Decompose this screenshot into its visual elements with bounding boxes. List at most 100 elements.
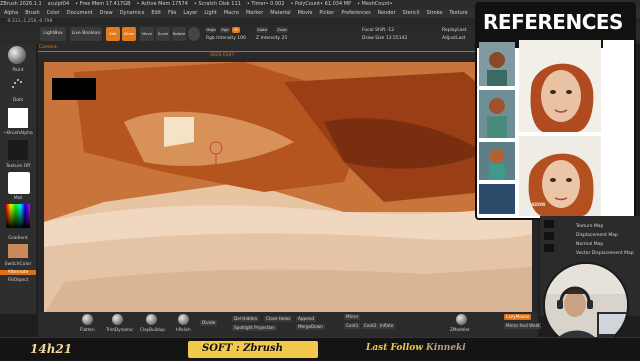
scale-button[interactable]: Scale bbox=[156, 27, 170, 41]
menu-item-stencil[interactable]: Stencil bbox=[403, 10, 420, 16]
menu-item-draw[interactable]: Draw bbox=[100, 10, 113, 16]
texture-swatch[interactable] bbox=[8, 140, 28, 160]
menu-item-document[interactable]: Document bbox=[67, 10, 93, 16]
append-button[interactable]: Append bbox=[296, 316, 317, 322]
menu-item-material[interactable]: Material bbox=[270, 10, 290, 16]
trimdynamic-brush-icon[interactable] bbox=[112, 314, 123, 325]
stream-clock: 14h21 bbox=[30, 342, 73, 356]
sculpt-canvas[interactable] bbox=[44, 62, 532, 314]
zmodeler-label: ZModeler bbox=[450, 327, 470, 332]
texture-map-item[interactable]: Texture Map bbox=[576, 224, 603, 229]
fill-object-button[interactable]: FillObject bbox=[0, 278, 36, 283]
main-color-swatch[interactable] bbox=[8, 244, 28, 258]
menu-item-render[interactable]: Render bbox=[378, 10, 396, 16]
sculpt-render bbox=[44, 62, 532, 314]
stroke-label: Dots bbox=[12, 98, 24, 103]
material-label: Mat bbox=[13, 196, 23, 201]
rgb-intensity-slider[interactable]: Rgb Intensity 100 bbox=[206, 36, 246, 41]
adjust-last-button[interactable]: AdjustLast bbox=[442, 36, 465, 41]
menu-item-stroke[interactable]: Stroke bbox=[426, 10, 442, 16]
webcam-overlay bbox=[543, 262, 629, 348]
texture-slot-1[interactable] bbox=[544, 220, 554, 228]
menu-item-dynamics[interactable]: Dynamics bbox=[120, 10, 145, 16]
cont2-button[interactable]: Cont2 bbox=[362, 323, 379, 329]
redacted-box bbox=[52, 78, 96, 100]
divide-button[interactable]: Divide bbox=[200, 320, 218, 326]
inflate-button[interactable]: Inflate bbox=[378, 323, 396, 329]
edit-button[interactable]: Edit bbox=[106, 27, 120, 41]
lightbox-button[interactable]: LightBox bbox=[40, 27, 66, 41]
paint-brush-icon[interactable] bbox=[8, 46, 26, 64]
move-button[interactable]: Move bbox=[140, 27, 154, 41]
last-follower-name: Kinneki bbox=[426, 343, 466, 353]
menu-item-macro[interactable]: Macro bbox=[224, 10, 239, 16]
spotlight-projection-button[interactable]: Spotlight Projection bbox=[232, 325, 277, 331]
zmodeler-brush-icon[interactable] bbox=[456, 314, 467, 325]
texture-slot-3[interactable] bbox=[544, 244, 554, 252]
titlebar-item: • Active Mem 17574 bbox=[136, 1, 188, 7]
software-badge: SOFT : Zbrush bbox=[188, 341, 318, 358]
menu-item-file[interactable]: File bbox=[168, 10, 176, 16]
menu-item-alpha[interactable]: Alpha bbox=[4, 10, 18, 16]
claybuildup-brush-icon[interactable] bbox=[146, 314, 157, 325]
draw-button[interactable]: Draw bbox=[122, 27, 136, 41]
vector-displacement-map-item[interactable]: Vector Displacement Map bbox=[576, 251, 634, 256]
menu-item-movie[interactable]: Movie bbox=[298, 10, 313, 16]
stream-overlay-bar: 14h21 SOFT : Zbrush Last Follow : Kinnek… bbox=[0, 337, 640, 361]
reference-badge: SHADOW bbox=[525, 202, 546, 207]
material-swatch[interactable] bbox=[8, 172, 30, 194]
canvas-ruler: Camera 0020.0347 bbox=[38, 44, 538, 58]
menu-item-color[interactable]: Color bbox=[47, 10, 60, 16]
camera-label[interactable]: Camera bbox=[39, 45, 57, 50]
titlebar-item: ZBrush 2026.1.1 bbox=[0, 1, 42, 7]
titlebar-item: • PolyCount• 61.034 MP bbox=[290, 1, 352, 7]
menu-item-preferences[interactable]: Preferences bbox=[341, 10, 370, 16]
m-button[interactable]: M bbox=[232, 27, 240, 33]
menu-item-edit[interactable]: Edit bbox=[151, 10, 161, 16]
texture-slot-2[interactable] bbox=[544, 232, 554, 240]
texture-label: Texture Off bbox=[5, 164, 31, 169]
mirror-and-weld-button[interactable]: Mirror And Weld bbox=[504, 323, 542, 329]
merge-down-button[interactable]: MergeDown bbox=[296, 324, 325, 330]
menu-item-brush[interactable]: Brush bbox=[25, 10, 39, 16]
draw-size-slider[interactable]: Draw Size 13.55142 bbox=[362, 36, 407, 41]
focal-shift-slider[interactable]: Focal Shift -12 bbox=[362, 28, 394, 33]
z-intensity-slider[interactable]: Z Intensity 25 bbox=[256, 36, 287, 41]
dots-stroke-icon[interactable] bbox=[10, 76, 24, 90]
brush-alpha-label: ~BrushAlpha bbox=[3, 131, 33, 136]
displacement-map-item[interactable]: Displacement Map bbox=[576, 233, 618, 238]
timeline-track[interactable] bbox=[38, 51, 538, 52]
material-sphere-icon[interactable] bbox=[188, 27, 200, 41]
zsub-button[interactable]: Zsub bbox=[276, 27, 288, 33]
titlebar-item: • MeshCount• bbox=[357, 1, 393, 7]
del-hidden-button[interactable]: Del Hidden bbox=[232, 316, 260, 322]
rgb-button[interactable]: Rgb bbox=[220, 27, 230, 33]
replay-last-button[interactable]: ReplayLast bbox=[442, 28, 467, 33]
switch-color-button[interactable]: SwitchColor bbox=[0, 262, 36, 267]
flatten-brush-icon[interactable] bbox=[82, 314, 93, 325]
flatten-label: Flatten bbox=[80, 327, 95, 332]
left-shelf: Paint Dots ~BrushAlpha Texture Off Mat G… bbox=[0, 44, 36, 314]
zadd-button[interactable]: Zadd bbox=[256, 27, 268, 33]
hpolish-brush-icon[interactable] bbox=[178, 314, 189, 325]
menu-item-marker[interactable]: Marker bbox=[246, 10, 263, 16]
normal-map-item[interactable]: Normal Map bbox=[576, 242, 603, 247]
claybuildup-label: ClayBuildup bbox=[140, 327, 165, 332]
menu-item-texture[interactable]: Texture bbox=[449, 10, 467, 16]
mirror-button[interactable]: Mirror bbox=[344, 314, 361, 320]
menu-item-light[interactable]: Light bbox=[204, 10, 216, 16]
menu-item-picker[interactable]: Picker bbox=[319, 10, 334, 16]
lazymouse-button[interactable]: LazyMouse bbox=[504, 314, 532, 320]
mrgb-button[interactable]: Mrgb bbox=[206, 27, 216, 33]
cont1-button[interactable]: Cont1 bbox=[344, 323, 361, 329]
live-boolean-button[interactable]: Live Boolean bbox=[70, 27, 102, 41]
brush-alpha-swatch[interactable] bbox=[8, 108, 28, 128]
menu-item-layer[interactable]: Layer bbox=[183, 10, 197, 16]
color-picker[interactable] bbox=[6, 204, 30, 228]
titlebar-item: • Scratch Disk 111 bbox=[193, 1, 241, 7]
close-holes-button[interactable]: Close Holes bbox=[264, 316, 293, 322]
alternate-button[interactable]: Alternate bbox=[0, 270, 36, 275]
titlebar-item: • Timer• 0.002 bbox=[246, 1, 285, 7]
gradient-label: Gradient bbox=[8, 236, 28, 241]
rotate-button[interactable]: Rotate bbox=[172, 27, 186, 41]
